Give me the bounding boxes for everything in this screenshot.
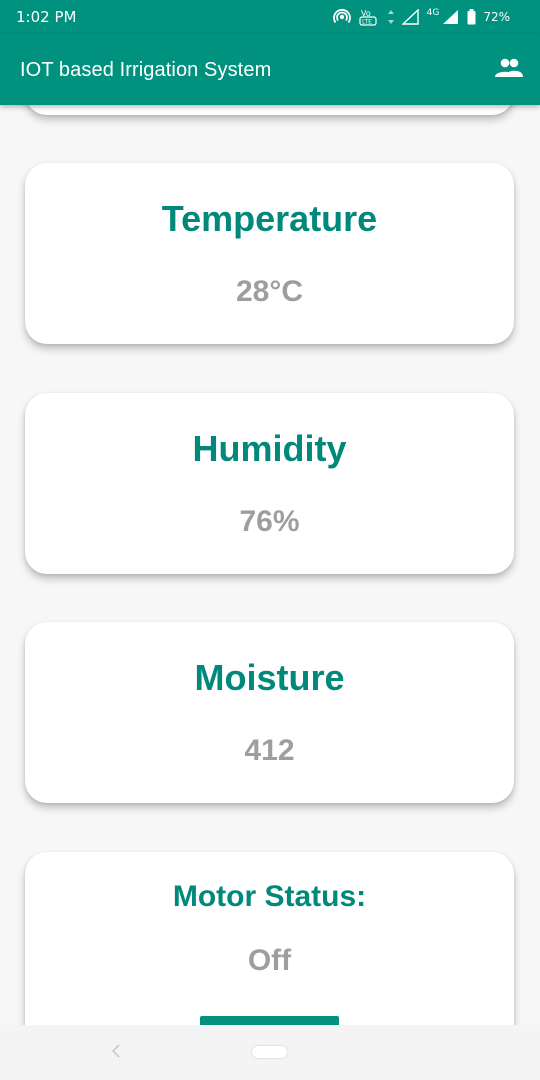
back-icon[interactable]	[110, 1043, 122, 1064]
motor-status-card: Motor Status: Off	[25, 852, 514, 1025]
status-icons: Vo LTE 4G 72%	[332, 7, 510, 27]
battery-icon	[467, 9, 476, 25]
network-type: 4G	[426, 8, 440, 18]
status-bar: 1:02 PM Vo LTE 4G 72%	[0, 0, 540, 34]
navigation-bar	[0, 1025, 540, 1080]
signal-outline-icon	[401, 9, 420, 25]
app-bar: IOT based Irrigation System	[0, 34, 540, 105]
status-time: 1:02 PM	[16, 8, 77, 26]
svg-text:LTE: LTE	[362, 19, 372, 26]
people-button[interactable]	[494, 56, 524, 84]
partial-card	[25, 105, 514, 115]
signal-icon	[442, 9, 460, 25]
moisture-value: 412	[244, 734, 295, 767]
moisture-title: Moisture	[194, 657, 345, 698]
temperature-value: 28°C	[235, 275, 304, 308]
moisture-card: Moisture 412	[25, 622, 514, 803]
motor-status-value: Off	[247, 944, 292, 977]
humidity-card: Humidity 76%	[25, 393, 514, 574]
temperature-title: Temperature	[161, 198, 378, 239]
humidity-title: Humidity	[192, 428, 347, 469]
temperature-card: Temperature 28°C	[25, 163, 514, 344]
data-arrows-icon	[387, 9, 395, 25]
motor-toggle-button[interactable]	[200, 1016, 339, 1025]
battery-percent: 72%	[483, 10, 510, 24]
dashboard-scroll-area[interactable]: Temperature 28°C Humidity 76% Moisture 4…	[0, 105, 540, 1025]
humidity-value: 76%	[239, 505, 300, 538]
people-icon	[494, 58, 524, 83]
app-title: IOT based Irrigation System	[20, 59, 272, 81]
home-pill-icon[interactable]	[252, 1046, 287, 1058]
motor-status-title: Motor Status:	[172, 880, 367, 913]
volte-icon: Vo LTE	[358, 7, 380, 27]
hotspot-icon	[332, 8, 351, 26]
